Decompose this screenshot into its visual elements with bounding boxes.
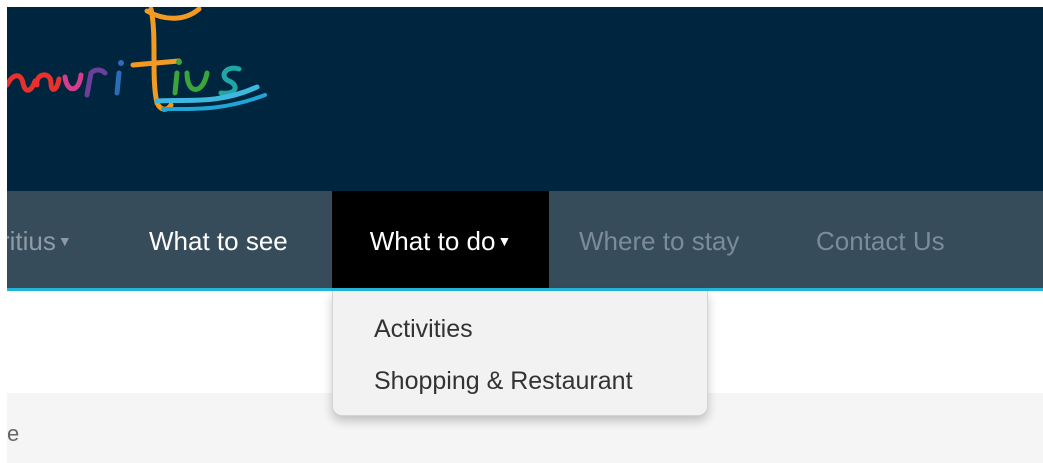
what-to-do-dropdown-menu: Activities Shopping & Restaurant bbox=[332, 291, 708, 416]
nav-label: ritius bbox=[7, 226, 56, 256]
nav-label: What to see bbox=[149, 226, 288, 256]
caret-down-icon: ▼ bbox=[57, 232, 72, 249]
nav-label: What to do bbox=[369, 226, 496, 256]
dropdown-item-shopping-restaurant[interactable]: Shopping & Restaurant bbox=[374, 367, 633, 396]
nav-label: Where to stay bbox=[579, 226, 740, 256]
logo[interactable] bbox=[7, 7, 277, 117]
site-header bbox=[7, 7, 1043, 191]
nav-item-what-to-see[interactable]: What to see bbox=[149, 191, 288, 288]
nav-label: Contact Us bbox=[816, 226, 945, 256]
main-navbar: ritius▼ What to see What to do▼ Where to… bbox=[7, 191, 1043, 291]
nav-item-what-to-do[interactable]: What to do ▼ bbox=[332, 191, 549, 288]
nav-item-contact-us[interactable]: Contact Us bbox=[816, 191, 945, 288]
nav-item-mauritius[interactable]: ritius▼ bbox=[7, 191, 72, 288]
caret-down-icon: ▼ bbox=[497, 232, 512, 249]
page: ritius▼ What to see What to do▼ Where to… bbox=[7, 7, 1043, 463]
nav-item-where-to-stay[interactable]: Where to stay bbox=[579, 191, 739, 288]
dropdown-item-activities[interactable]: Activities bbox=[374, 315, 473, 344]
content-text: e bbox=[7, 421, 20, 446]
